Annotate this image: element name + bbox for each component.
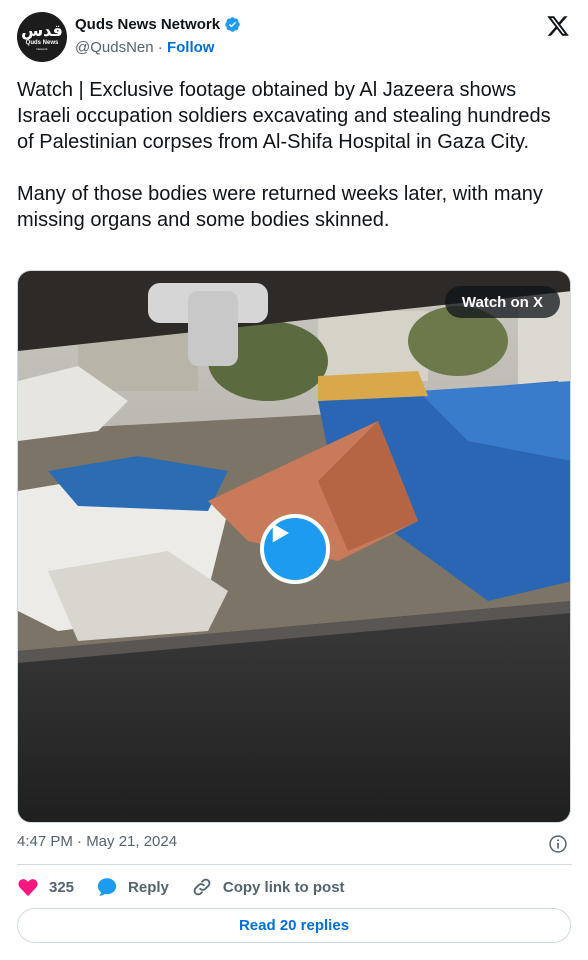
like-count: 325 (49, 878, 75, 896)
post-paragraph: Watch | Exclusive footage obtained by Al… (17, 79, 551, 153)
post-text: Watch | Exclusive footage obtained by Al… (17, 77, 572, 259)
avatar-sub-text: Network (36, 47, 48, 51)
heart-icon (18, 879, 38, 897)
info-icon[interactable] (548, 834, 568, 854)
reply-button[interactable]: Reply (96, 876, 169, 898)
handle-row: @QudsNen · Follow (75, 39, 214, 56)
action-bar: 325 Reply Copy link to post (17, 875, 367, 899)
author-handle[interactable]: @QudsNen (75, 39, 154, 56)
like-button[interactable]: 325 (17, 876, 74, 898)
video-media[interactable]: Watch on X (17, 270, 571, 823)
play-icon (272, 523, 289, 543)
avatar-arabic-text: قدس (21, 21, 63, 40)
post-header: قدس Quds News Network Quds News Network … (17, 12, 572, 64)
post-timestamp[interactable]: 4:47 PM · May 21, 2024 (17, 833, 177, 850)
link-icon (193, 878, 211, 896)
post-paragraph: Many of those bodies were returned weeks… (17, 183, 543, 231)
divider (17, 864, 572, 865)
verified-badge-icon (225, 17, 240, 32)
read-replies-button[interactable]: Read 20 replies (17, 908, 571, 943)
copy-link-button[interactable]: Copy link to post (191, 876, 345, 898)
watch-on-x-button[interactable]: Watch on X (444, 286, 560, 318)
follow-button[interactable]: Follow (167, 39, 215, 56)
copy-link-label: Copy link to post (222, 878, 345, 896)
handle-separator: · (157, 39, 163, 56)
avatar[interactable]: قدس Quds News Network (17, 12, 67, 62)
x-logo-icon[interactable] (546, 14, 570, 38)
reply-icon (97, 878, 117, 896)
embedded-post-card: قدس Quds News Network Quds News Network … (0, 0, 588, 960)
avatar-english-text: Quds News (25, 40, 59, 46)
name-row: Quds News Network (75, 16, 241, 33)
play-button[interactable] (260, 514, 330, 584)
author-display-name[interactable]: Quds News Network (75, 16, 220, 33)
reply-label: Reply (128, 878, 169, 896)
